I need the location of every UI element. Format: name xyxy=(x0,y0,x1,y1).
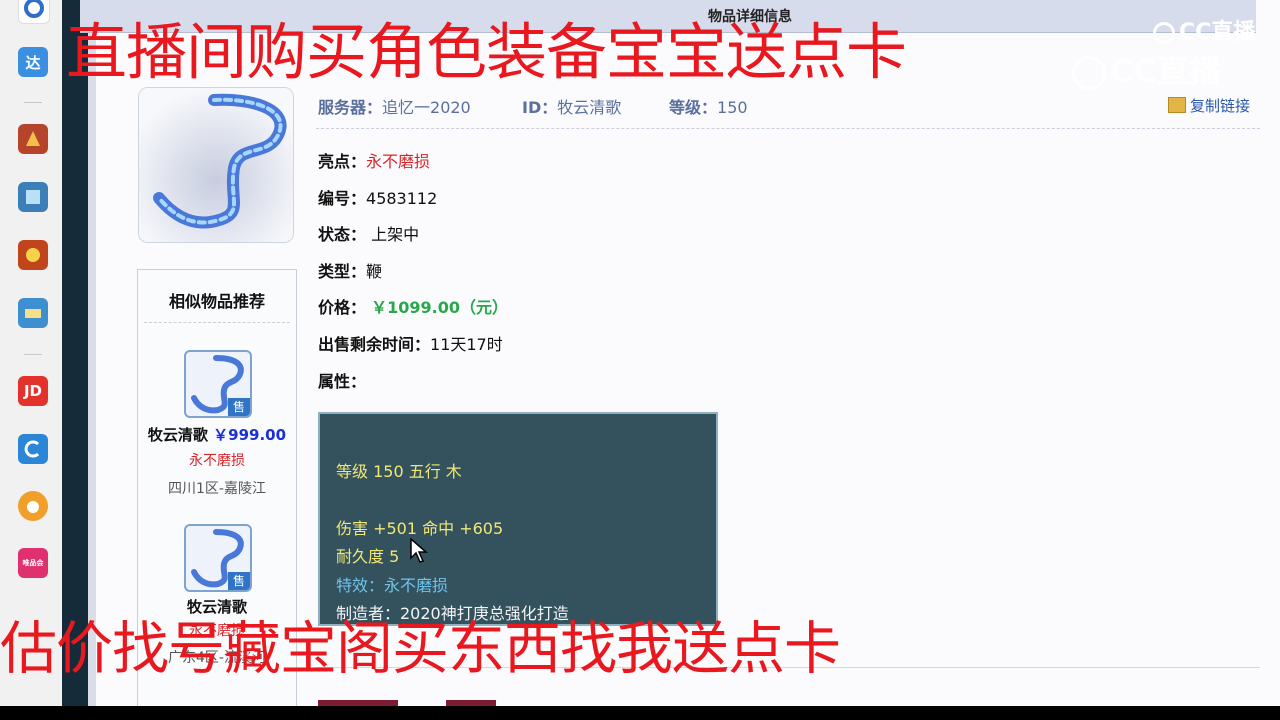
level-label: 等级： xyxy=(669,98,718,117)
id-info: ID：牧云清歌 xyxy=(522,94,621,118)
game-icon-4[interactable] xyxy=(18,298,48,328)
sold-badge: 售 xyxy=(228,398,250,416)
cc-live-watermark-large: CC直播 xyxy=(1072,46,1221,92)
similar-item-tag: 永不磨损 xyxy=(189,453,245,469)
overlay-bottom-text: 估价找号藏宝阁买东西找我送点卡 xyxy=(0,616,841,682)
price-value: ￥1099.00（元） xyxy=(371,298,508,317)
cc-logo-icon xyxy=(1153,22,1175,44)
copy-link-button[interactable]: 复制链接 xyxy=(1168,95,1250,116)
type-field: 类型：鞭 xyxy=(318,258,382,282)
cc-live-icon[interactable] xyxy=(18,434,48,464)
attributes-field: 属性： xyxy=(318,368,366,392)
da-icon[interactable]: 达 xyxy=(18,47,48,77)
attr-level-element: 等级 150 五行 木 xyxy=(336,462,462,481)
level-value: 150 xyxy=(717,98,748,117)
dock-separator xyxy=(24,354,42,355)
status-field: 状态： 上架中 xyxy=(318,221,419,245)
cc-live-watermark-small: CC直播 xyxy=(1153,14,1255,46)
server-value: 追忆一2020 xyxy=(382,98,471,117)
similar-item-name: 牧云清歌 xyxy=(147,426,208,444)
pet-icon[interactable] xyxy=(18,491,48,521)
buy-button[interactable] xyxy=(318,700,398,706)
type-value: 鞭 xyxy=(366,262,383,281)
attr-special-effect: 特效：永不磨损 xyxy=(336,576,449,595)
attributes-box: 等级 150 五行 木 伤害 +501 命中 +605 耐久度 5 特效：永不磨… xyxy=(318,412,718,626)
similar-item-server: 四川1区-嘉陵江 xyxy=(168,481,266,497)
type-label: 类型： xyxy=(318,262,367,281)
copy-link-icon xyxy=(1168,97,1186,113)
similar-item-thumb[interactable]: 售 xyxy=(184,350,252,418)
attributes-label: 属性： xyxy=(318,372,367,391)
level-info: 等级：150 xyxy=(669,94,748,118)
remaining-time-label: 出售剩余时间： xyxy=(318,335,431,354)
jd-icon[interactable]: JD xyxy=(18,376,48,406)
app-dock: 达 JD 唯品会 xyxy=(0,0,62,706)
sold-badge: 售 xyxy=(228,572,250,590)
cc-watermark-text: CC直播 xyxy=(1179,20,1256,45)
number-field: 编号：4583112 xyxy=(318,185,437,209)
copy-link-label: 复制链接 xyxy=(1190,97,1251,115)
item-image xyxy=(138,87,294,243)
number-label: 编号： xyxy=(318,189,367,208)
status-label: 状态： xyxy=(318,225,367,244)
attr-damage-accuracy: 伤害 +501 命中 +605 xyxy=(336,519,504,538)
divider xyxy=(316,128,1260,129)
similar-items-title: 相似物品推荐 xyxy=(168,292,265,311)
similar-item-thumb[interactable]: 售 xyxy=(184,524,252,592)
price-label: 价格： xyxy=(318,298,367,317)
divider xyxy=(144,322,290,323)
highlight-value: 永不磨损 xyxy=(366,152,431,171)
cc-logo-icon xyxy=(1072,56,1106,90)
price-field: 价格： ￥1099.00（元） xyxy=(318,294,508,318)
window-border xyxy=(62,0,88,706)
cc-watermark-text: CC直播 xyxy=(1110,52,1221,90)
server-info: 服务器：追忆一2020 xyxy=(318,94,471,118)
action-button[interactable] xyxy=(446,700,496,706)
cc-icon[interactable] xyxy=(18,0,50,24)
game-icon-2[interactable] xyxy=(18,182,48,212)
status-value: 上架中 xyxy=(371,225,420,244)
shop-icon[interactable]: 唯品会 xyxy=(18,548,48,578)
similar-item-price: ￥999.00 xyxy=(213,426,287,444)
remaining-time-value: 11天17时 xyxy=(430,335,503,354)
game-icon-1[interactable] xyxy=(18,124,48,154)
dock-separator xyxy=(24,102,42,103)
remaining-time-field: 出售剩余时间：11天17时 xyxy=(318,331,503,355)
attr-durability: 耐久度 5 xyxy=(336,547,400,566)
server-label: 服务器： xyxy=(318,98,383,117)
overlay-top-text: 直播间购买角色装备宝宝送点卡 xyxy=(66,17,907,88)
desktop: 达 JD 唯品会 物品详细信息 相似物品推荐 售 牧云清歌 ￥999.00 永不… xyxy=(0,0,1280,706)
id-value: 牧云清歌 xyxy=(557,98,622,117)
mouse-cursor-icon xyxy=(410,538,429,563)
game-icon-3[interactable] xyxy=(18,240,48,270)
number-value: 4583112 xyxy=(366,189,438,208)
highlight-label: 亮点： xyxy=(318,152,367,171)
id-label: ID： xyxy=(522,98,558,117)
highlight-field: 亮点：永不磨损 xyxy=(318,148,430,172)
similar-item-title[interactable]: 牧云清歌 ￥999.00 xyxy=(138,424,296,445)
